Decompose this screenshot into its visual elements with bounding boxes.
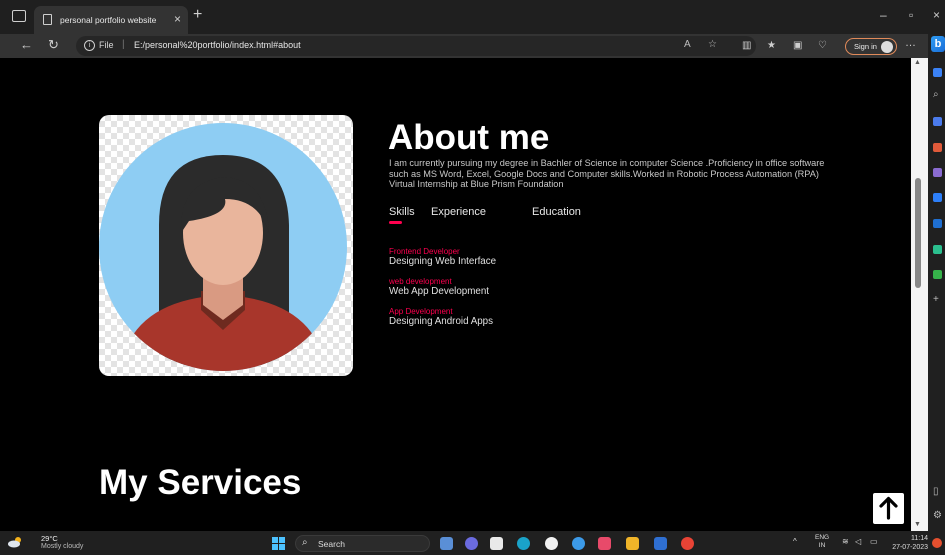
favorites-icon[interactable]: ★ [767,40,776,51]
chrome-icon[interactable] [681,537,694,550]
tab-education[interactable]: Education [532,206,581,218]
sign-in-label: Sign in [854,42,877,51]
services-title: My Services [99,463,302,502]
address-toolbar: ← ↻ i File | E:/personal%20portfolio/ind… [0,34,945,58]
file-explorer-icon[interactable] [626,537,639,550]
mail-icon[interactable] [654,537,667,550]
taskbar: 29°C Mostly cloudy ⌕ Search ^ ENG IN ≋ ◁… [0,531,945,555]
show-hidden-icons[interactable]: ^ [793,537,797,546]
skill-title: App Development [389,307,453,316]
sidebar-telegram-icon[interactable] [933,245,942,254]
app-icon[interactable] [545,537,558,550]
skill-item: Frontend Developer Designing Web Interfa… [389,247,496,267]
teams-chat-icon[interactable] [465,537,478,550]
sidebar-tag-icon[interactable] [933,117,942,126]
volume-icon[interactable]: ◁ [855,537,861,546]
url-text[interactable]: E:/personal%20portfolio/index.html#about [134,40,301,50]
scroll-down-icon[interactable]: ▼ [914,521,921,528]
sidebar-shopping-icon[interactable] [933,143,942,152]
browser-essentials-icon[interactable]: ♡ [818,40,827,51]
sidebar-add-icon[interactable]: + [933,294,939,305]
skill-item: App Development Designing Android Apps [389,307,493,327]
clock-time: 11:14 [911,535,928,542]
url-scheme: File [99,40,114,50]
system-clock[interactable]: 11:14 27-07-2023 [886,534,928,552]
search-label: Search [318,539,345,549]
page-icon [43,14,52,25]
about-description: I am currently pursuing my degree in Bac… [389,158,825,189]
about-title: About me [388,118,550,157]
read-aloud-icon[interactable]: A [684,39,691,50]
sidebar-panel-icon[interactable]: ▯ [933,486,939,497]
sidebar-search-icon[interactable]: ⌕ [933,89,939,100]
screen: personal portfolio website × + – ▫ × ← ↻… [0,0,945,555]
arrow-up-icon [879,496,898,520]
scroll-thumb[interactable] [915,178,921,288]
lang-code: ENG [815,534,830,541]
address-bar[interactable]: i File | E:/personal%20portfolio/index.h… [76,36,756,56]
bing-copilot-icon[interactable]: b [931,36,945,52]
weather-temperature[interactable]: 29°C [41,534,58,543]
collections-icon[interactable]: ▣ [793,40,802,51]
search-icon: ⌕ [302,537,308,548]
tab-actions-icon[interactable] [12,10,26,22]
back-icon[interactable]: ← [20,37,33,52]
scroll-up-icon[interactable]: ▲ [914,59,921,66]
browser-title-bar: personal portfolio website × + – ▫ × [0,0,945,34]
store-icon[interactable] [598,537,611,550]
more-options-icon[interactable]: … [905,37,916,49]
new-tab-icon[interactable]: + [193,6,202,24]
windows-start-icon[interactable] [272,537,285,550]
sidebar-app-icon[interactable] [933,68,942,77]
sidebar-settings-icon[interactable]: ⚙ [933,510,942,521]
weather-condition[interactable]: Mostly cloudy [41,543,83,550]
sidebar-drop-icon[interactable] [933,270,942,279]
close-tab-icon[interactable]: × [174,12,181,26]
skill-title: web development [389,277,452,286]
profile-image [99,115,353,376]
wifi-icon[interactable]: ≋ [842,537,849,546]
close-window-icon[interactable]: × [933,8,940,22]
avatar-illustration [99,123,347,371]
edge-icon[interactable] [517,537,530,550]
skill-description: Designing Android Apps [389,316,494,327]
skill-title: Frontend Developer [389,247,460,256]
app-icon[interactable] [572,537,585,550]
info-icon[interactable]: i [84,40,95,51]
skill-item: web development Web App Development [389,277,489,297]
task-view-icon[interactable] [440,537,453,550]
restore-icon[interactable]: ▫ [909,8,913,22]
sign-in-button[interactable]: Sign in [845,38,897,55]
minimize-icon[interactable]: – [880,8,887,22]
edge-sidebar [928,34,945,531]
page-viewport: About me I am currently pursuing my degr… [0,58,911,531]
tab-skills[interactable]: Skills [389,206,415,218]
language-indicator[interactable]: ENG IN [815,534,829,550]
split-screen-icon[interactable]: ▥ [742,40,751,51]
favorite-star-icon[interactable]: ☆ [708,39,717,50]
tab-title: personal portfolio website [60,15,157,25]
browser-tab[interactable]: personal portfolio website × [34,6,188,34]
sidebar-outlook-icon[interactable] [933,219,942,228]
avatar-icon [881,41,893,53]
back-to-top-button[interactable] [873,493,904,524]
notification-icon[interactable] [932,538,942,548]
sidebar-games-icon[interactable] [933,168,942,177]
skill-description: Designing Web Interface [389,256,497,267]
weather-cloud-icon[interactable] [7,536,23,548]
refresh-icon[interactable]: ↻ [48,37,59,53]
sidebar-m365-icon[interactable] [933,193,942,202]
active-tab-underline [389,221,402,224]
region-code: IN [818,542,826,549]
url-separator: | [122,39,125,50]
skill-description: Web App Development [389,286,490,297]
taskbar-search[interactable]: ⌕ Search [295,535,430,552]
widgets-icon[interactable] [490,537,503,550]
page-scrollbar[interactable] [911,58,928,531]
tab-experience[interactable]: Experience [431,206,486,218]
clock-date: 27-07-2023 [892,544,928,551]
battery-icon[interactable]: ▭ [870,537,878,546]
